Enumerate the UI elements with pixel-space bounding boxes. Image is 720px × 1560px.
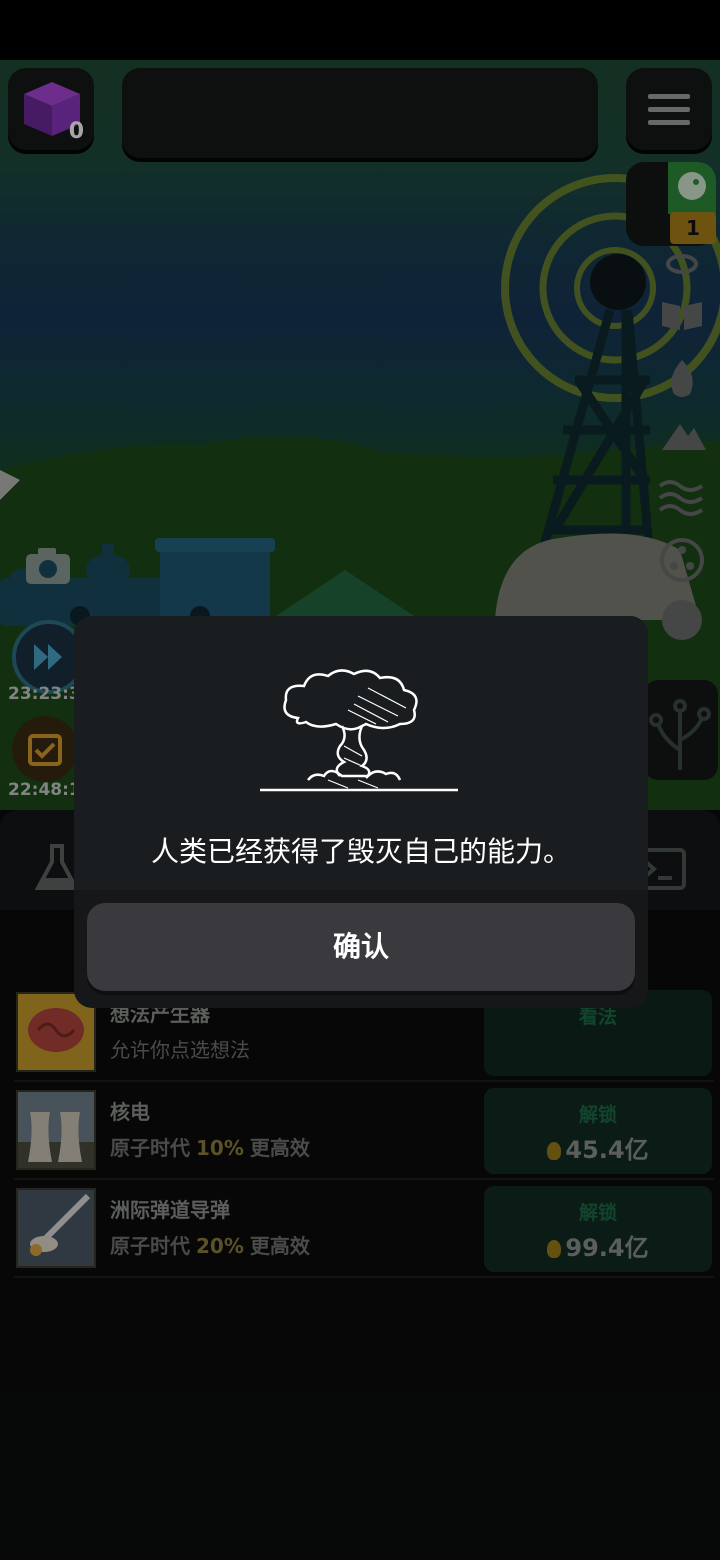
confirm-button[interactable]: 确认 xyxy=(87,903,635,991)
mushroom-cloud-icon xyxy=(260,669,458,792)
dialog-header: 人类已经获得了毁灭自己的能力。 xyxy=(74,616,648,890)
event-dialog: 人类已经获得了毁灭自己的能力。 确认 xyxy=(74,616,648,1008)
dialog-message: 人类已经获得了毁灭自己的能力。 xyxy=(150,835,571,868)
